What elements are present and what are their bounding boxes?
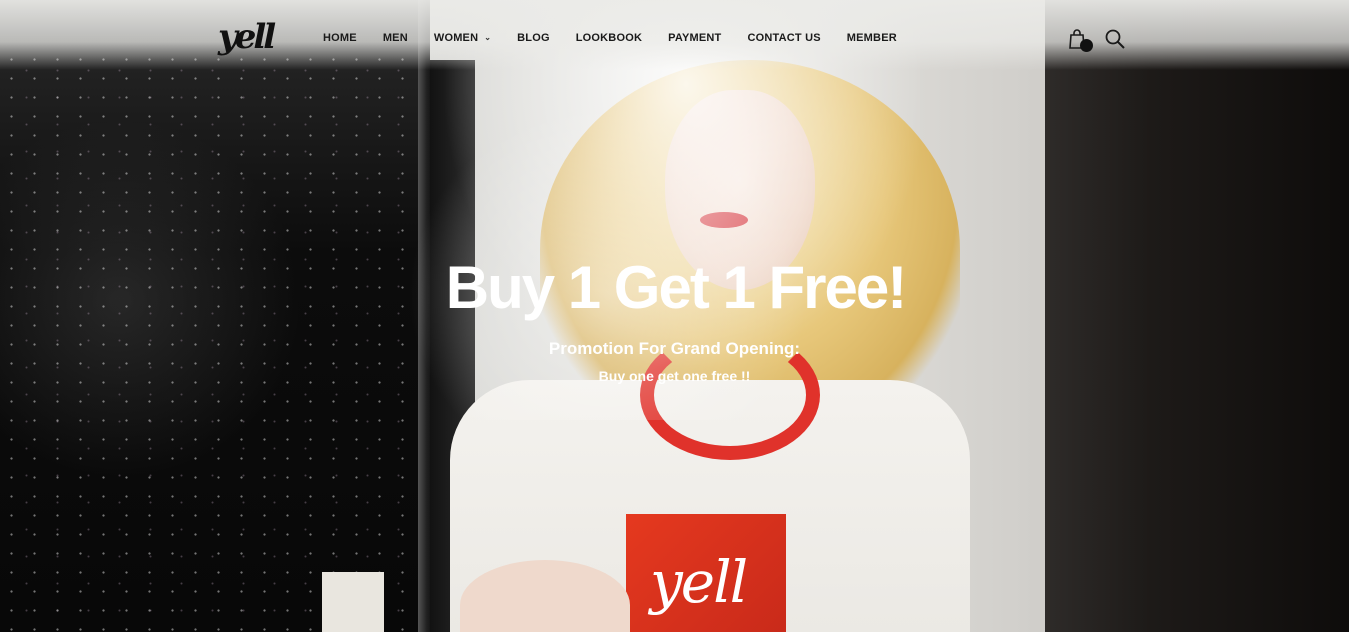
- main-nav: HOME MEN WOMEN ⌄ BLOG LOOKBOOK PAYMENT C…: [310, 28, 910, 48]
- promo-headline: Buy 1 Get 1 Free!: [445, 254, 908, 321]
- search-icon[interactable]: [1104, 28, 1126, 50]
- hero-photo-switch-plate: [322, 572, 384, 632]
- nav-item-label: BLOG: [517, 32, 550, 44]
- promo-subtitle: Promotion For Grand Opening:: [548, 339, 801, 358]
- search-glyph: [1105, 29, 1125, 49]
- nav-item-label: WOMEN: [433, 32, 479, 44]
- promo-tagline: Buy one get one free !!: [598, 368, 751, 384]
- site-logo[interactable]: yell: [218, 12, 284, 62]
- shirt-print-logo: yell: [650, 548, 748, 616]
- hero-banner: yell yell HOME MEN WOMEN ⌄ BLOG LOOKBOOK…: [0, 0, 1349, 632]
- nav-item-label: LOOKBOOK: [575, 32, 643, 44]
- chevron-down-icon: ⌄: [484, 33, 492, 42]
- nav-item-men[interactable]: MEN: [370, 28, 421, 48]
- nav-item-label: PAYMENT: [668, 32, 722, 44]
- nav-item-label: MEN: [382, 32, 408, 44]
- nav-item-label: HOME: [323, 32, 357, 44]
- nav-item-payment[interactable]: PAYMENT: [655, 28, 734, 48]
- promo-banner: Buy 1 Get 1 Free! Promotion For Grand Op…: [0, 250, 1349, 385]
- shopping-bag-icon[interactable]: [1068, 28, 1094, 54]
- nav-item-lookbook[interactable]: LOOKBOOK: [563, 28, 655, 48]
- cart-count-badge: [1080, 39, 1093, 52]
- site-header: yell HOME MEN WOMEN ⌄ BLOG LOOKBOOK PAYM…: [0, 0, 1349, 76]
- nav-item-blog[interactable]: BLOG: [504, 28, 563, 48]
- nav-item-label: MEMBER: [846, 32, 897, 44]
- nav-item-contact-us[interactable]: CONTACT US: [734, 28, 833, 48]
- nav-item-member[interactable]: MEMBER: [834, 28, 910, 48]
- nav-item-women[interactable]: WOMEN ⌄: [421, 28, 504, 48]
- nav-item-home[interactable]: HOME: [310, 28, 370, 48]
- nav-item-label: CONTACT US: [747, 32, 821, 44]
